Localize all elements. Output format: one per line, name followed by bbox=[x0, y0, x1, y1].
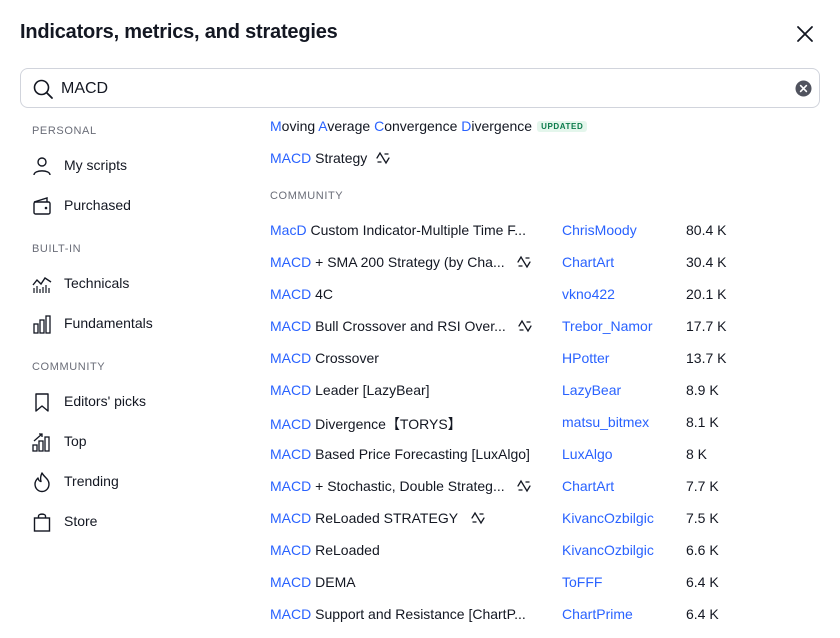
result-row-builtin-macd[interactable]: Moving Average Convergence Divergence UPD… bbox=[270, 112, 830, 142]
strategy-icon bbox=[471, 511, 485, 525]
result-row-builtin-macd-strategy[interactable]: MACD Strategy bbox=[270, 144, 830, 174]
result-author-link[interactable]: HPotter bbox=[562, 350, 609, 366]
result-likes-count: 7.7 K bbox=[686, 478, 719, 494]
result-row[interactable]: MACD Divergence【TORYS】 matsu_bitmex 8.1 K bbox=[270, 408, 830, 438]
result-name: MACD 4C bbox=[270, 286, 334, 302]
sidebar-item-editors-picks[interactable]: Editors' picks bbox=[20, 384, 240, 420]
top-chart-icon bbox=[32, 433, 50, 452]
result-row[interactable]: MACD Support and Resistance [ChartP... Ch… bbox=[270, 600, 830, 630]
result-author-link[interactable]: vkno422 bbox=[562, 286, 615, 302]
result-author-link[interactable]: LazyBear bbox=[562, 382, 621, 398]
result-author-link[interactable]: ChartArt bbox=[562, 478, 614, 494]
sidebar-item-top[interactable]: Top bbox=[20, 424, 240, 460]
result-row[interactable]: MACD + SMA 200 Strategy (by Cha... Chart… bbox=[270, 248, 830, 278]
result-row[interactable]: MacD Custom Indicator-Multiple Time F...… bbox=[270, 216, 830, 246]
result-author-link[interactable]: Trebor_Namor bbox=[562, 318, 653, 334]
sidebar-item-purchased[interactable]: Purchased bbox=[20, 188, 240, 224]
flame-icon bbox=[34, 472, 50, 493]
result-author-link[interactable]: KivancOzbilgic bbox=[562, 542, 654, 558]
sidebar-item-label: Store bbox=[64, 513, 98, 529]
result-row[interactable]: MACD ReLoaded KivancOzbilgic 6.6 K bbox=[270, 536, 830, 566]
sidebar-item-technicals[interactable]: Technicals bbox=[20, 266, 240, 302]
shopping-bag-icon bbox=[33, 513, 51, 532]
result-likes-count: 8.1 K bbox=[686, 414, 719, 430]
result-name: MACD ReLoaded bbox=[270, 542, 380, 558]
sidebar-item-store[interactable]: Store bbox=[20, 504, 240, 540]
wallet-icon bbox=[33, 197, 51, 215]
result-name: MACD + Stochastic, Double Strateg... bbox=[270, 478, 532, 494]
result-name: MACD ReLoaded STRATEGY bbox=[270, 510, 486, 526]
result-author-link[interactable]: LuxAlgo bbox=[562, 446, 613, 462]
result-name: MACD Leader [LazyBear] bbox=[270, 382, 430, 398]
result-likes-count: 30.4 K bbox=[686, 254, 727, 270]
result-row[interactable]: MACD Crossover HPotter 13.7 K bbox=[270, 344, 830, 374]
indicators-dialog: Indicators, metrics, and strategies PERS… bbox=[0, 0, 840, 638]
result-name: MACD Divergence【TORYS】 bbox=[270, 416, 462, 432]
close-button[interactable] bbox=[792, 21, 818, 47]
result-likes-count: 80.4 K bbox=[686, 222, 727, 238]
result-name: MACD Support and Resistance [ChartP... bbox=[270, 606, 526, 622]
result-author-link[interactable]: ChrisMoody bbox=[562, 222, 637, 238]
result-likes-count: 8.9 K bbox=[686, 382, 719, 398]
search-input[interactable] bbox=[61, 77, 781, 101]
sidebar-item-label: My scripts bbox=[64, 157, 127, 173]
technicals-chart-icon bbox=[32, 277, 52, 293]
result-row[interactable]: MACD 4C vkno422 20.1 K bbox=[270, 280, 830, 310]
sidebar-item-label: Editors' picks bbox=[64, 393, 147, 409]
result-author-link[interactable]: ChartArt bbox=[562, 254, 614, 270]
sidebar-item-label: Top bbox=[64, 433, 87, 449]
result-likes-count: 20.1 K bbox=[686, 286, 727, 302]
sidebar-item-label: Purchased bbox=[64, 197, 131, 213]
sidebar-item-fundamentals[interactable]: Fundamentals bbox=[20, 306, 240, 342]
sidebar-item-label: Trending bbox=[64, 473, 119, 489]
result-author-link[interactable]: ToFFF bbox=[562, 574, 602, 590]
sidebar-item-label: Technicals bbox=[64, 275, 130, 291]
sidebar-section-personal: PERSONAL bbox=[32, 125, 97, 137]
result-name: MACD Strategy bbox=[270, 150, 391, 166]
close-icon bbox=[797, 26, 813, 42]
result-likes-count: 6.6 K bbox=[686, 542, 719, 558]
result-name: Moving Average Convergence Divergence UPD… bbox=[270, 118, 588, 134]
bookmark-icon bbox=[35, 393, 49, 412]
result-likes-count: 13.7 K bbox=[686, 350, 727, 366]
result-author-link[interactable]: ChartPrime bbox=[562, 606, 633, 622]
sidebar-item-my-scripts[interactable]: My scripts bbox=[20, 148, 240, 184]
result-author-link[interactable]: matsu_bitmex bbox=[562, 414, 649, 430]
result-row[interactable]: MACD Bull Crossover and RSI Over... Treb… bbox=[270, 312, 830, 342]
fundamentals-bars-icon bbox=[33, 315, 51, 334]
result-likes-count: 7.5 K bbox=[686, 510, 719, 526]
sidebar-section-builtin: BUILT-IN bbox=[32, 243, 82, 255]
result-row[interactable]: MACD Based Price Forecasting [LuxAlgo] Lu… bbox=[270, 440, 830, 470]
result-likes-count: 6.4 K bbox=[686, 574, 719, 590]
dialog-title: Indicators, metrics, and strategies bbox=[20, 21, 338, 43]
clear-search-icon[interactable] bbox=[795, 80, 812, 97]
result-name: MACD Bull Crossover and RSI Over... bbox=[270, 318, 533, 334]
result-likes-count: 6.4 K bbox=[686, 606, 719, 622]
strategy-icon bbox=[376, 151, 390, 165]
search-icon bbox=[33, 79, 53, 99]
strategy-icon bbox=[518, 319, 533, 333]
result-name: MACD DEMA bbox=[270, 574, 356, 590]
strategy-icon bbox=[517, 255, 531, 269]
result-name: MacD Custom Indicator-Multiple Time F... bbox=[270, 222, 526, 238]
result-row[interactable]: MACD Leader [LazyBear] LazyBear 8.9 K bbox=[270, 376, 830, 406]
result-row[interactable]: MACD ReLoaded STRATEGY KivancOzbilgic 7.5… bbox=[270, 504, 830, 534]
result-likes-count: 17.7 K bbox=[686, 318, 727, 334]
updated-badge: UPDATED bbox=[537, 121, 588, 132]
result-name: MACD Crossover bbox=[270, 350, 379, 366]
strategy-icon bbox=[517, 479, 531, 493]
result-likes-count: 8 K bbox=[686, 446, 708, 462]
search-box[interactable] bbox=[20, 68, 820, 108]
sidebar-item-label: Fundamentals bbox=[64, 315, 153, 331]
result-row[interactable]: MACD DEMA ToFFF 6.4 K bbox=[270, 568, 830, 598]
result-author-link[interactable]: KivancOzbilgic bbox=[562, 510, 654, 526]
results-section-community: COMMUNITY bbox=[270, 190, 344, 202]
result-row[interactable]: MACD + Stochastic, Double Strateg... Cha… bbox=[270, 472, 830, 502]
sidebar-item-trending[interactable]: Trending bbox=[20, 464, 240, 500]
result-name: MACD + SMA 200 Strategy (by Cha... bbox=[270, 254, 532, 270]
sidebar-section-community: COMMUNITY bbox=[32, 361, 106, 373]
result-name: MACD Based Price Forecasting [LuxAlgo] bbox=[270, 446, 530, 462]
user-icon bbox=[33, 157, 51, 176]
